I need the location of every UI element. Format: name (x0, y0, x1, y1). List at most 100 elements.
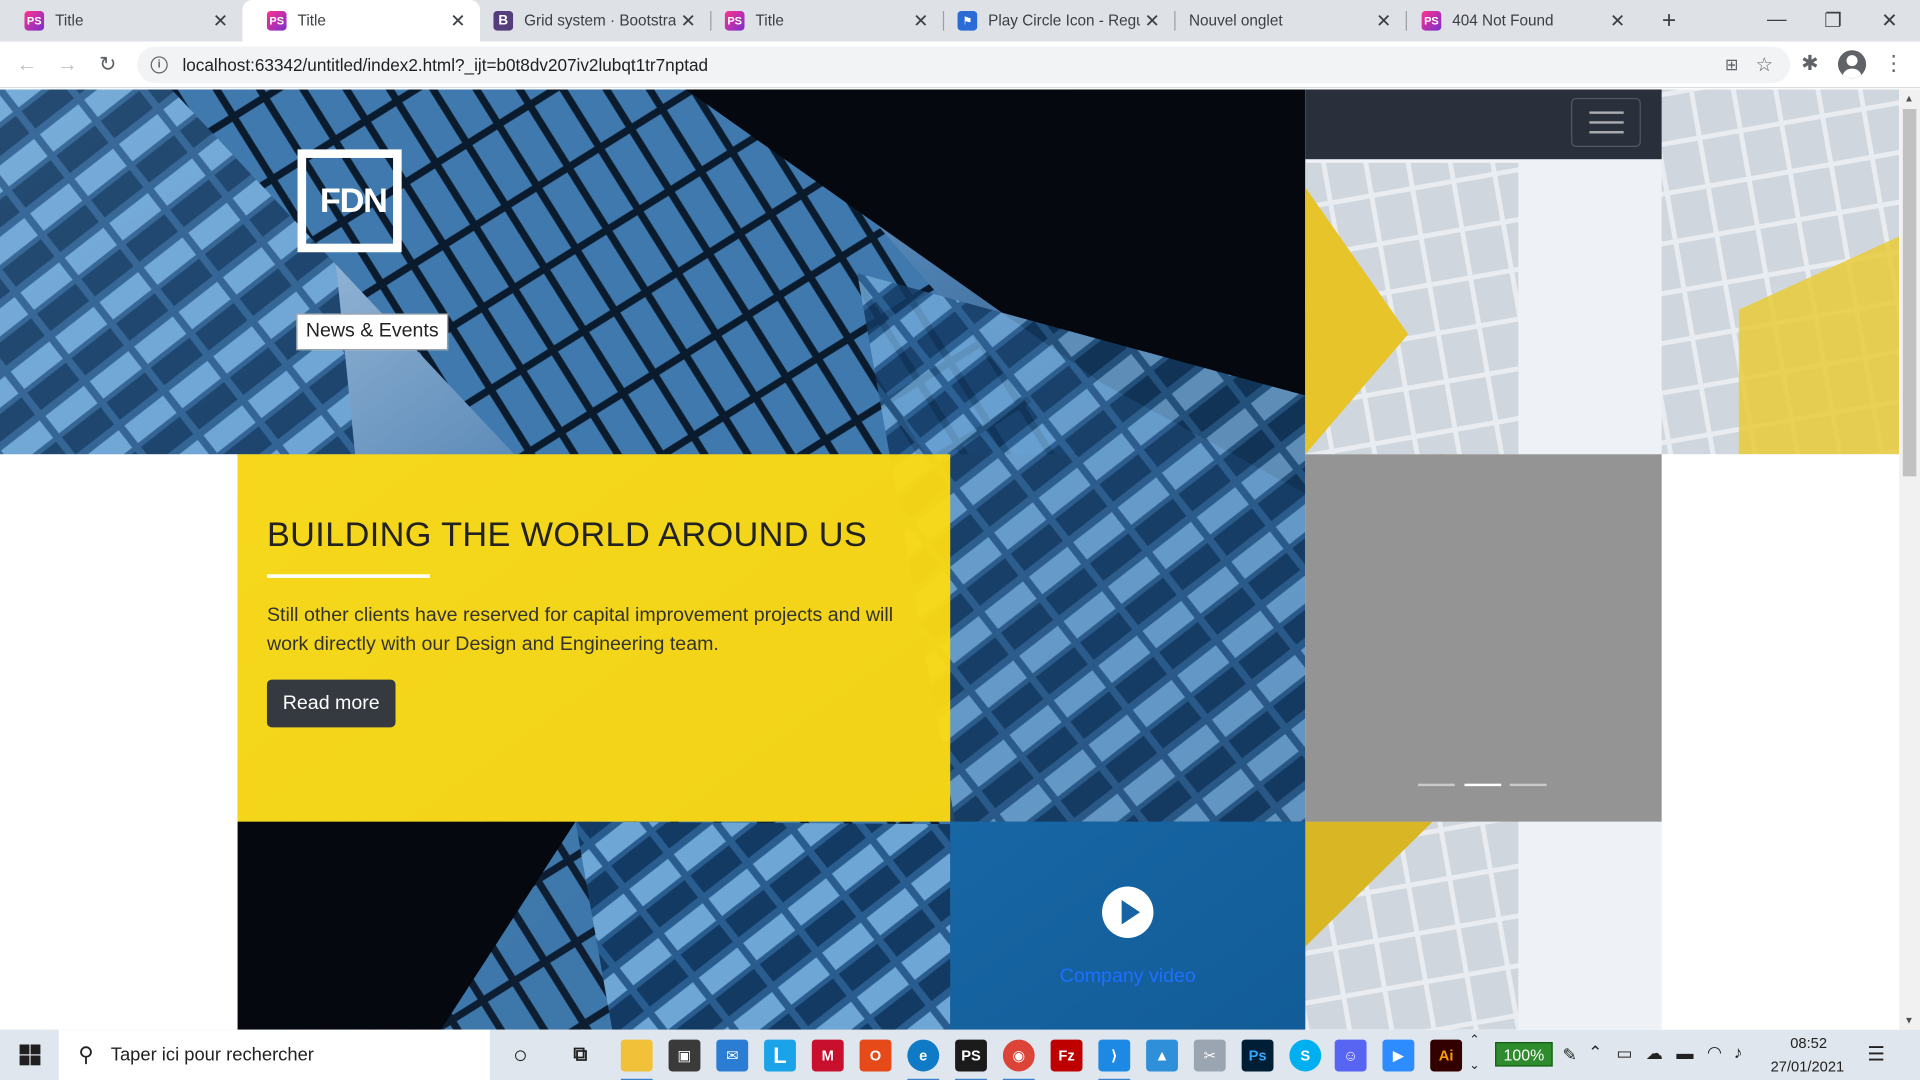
page-margin-left (0, 454, 238, 1030)
discord-icon[interactable]: ☺ (1334, 1039, 1367, 1072)
tab-title: Title (297, 12, 326, 30)
meet-now-icon[interactable]: ▭ (1616, 1043, 1632, 1064)
carousel-indicator[interactable] (1417, 783, 1455, 787)
hero-card: BUILDING THE WORLD AROUND US Still other… (237, 454, 951, 822)
close-tab-icon[interactable]: ✕ (909, 10, 933, 32)
carousel-indicator[interactable] (1509, 783, 1547, 787)
close-tab-icon[interactable]: ✕ (208, 10, 232, 32)
phpstorm-taskbar-icon[interactable]: PS (955, 1039, 987, 1080)
browser-tab[interactable]: PS 404 Not Found ✕ (1397, 0, 1639, 42)
carousel (1305, 454, 1662, 822)
read-more-button[interactable]: Read more (266, 679, 396, 728)
video-panel: Company video (950, 821, 1306, 1030)
tab-title: Play Circle Icon - Regul (988, 12, 1141, 30)
mail-icon[interactable]: ✉ (716, 1039, 749, 1072)
edge-icon[interactable]: e (907, 1039, 940, 1080)
show-hidden-icons[interactable]: ⌃ (1588, 1042, 1602, 1063)
browser-tab-active[interactable]: PS Title ✕ (242, 0, 481, 42)
restore-icon[interactable]: ❐ (1805, 0, 1861, 42)
browser-tab[interactable]: B Grid system · Bootstrap ✕ (469, 0, 710, 42)
new-tab-icon[interactable]: + (1656, 7, 1683, 34)
page-scrollbar[interactable]: ▲ ▼ (1899, 89, 1920, 1030)
chrome-icon[interactable]: ◉ (1002, 1039, 1035, 1080)
wifi-icon[interactable]: ◠ (1707, 1042, 1722, 1063)
tab-title: 404 Not Found (1452, 12, 1554, 30)
page-margin-right (1661, 454, 1900, 1030)
web-page: FDN News & Events BUILDING THE WORLD ARO… (0, 89, 1900, 1030)
tab-title: Grid system · Bootstrap (524, 12, 676, 30)
scroll-down-icon[interactable]: ▼ (1904, 1015, 1914, 1026)
office-icon[interactable]: O (859, 1039, 892, 1072)
file-explorer-icon[interactable] (620, 1039, 653, 1080)
hamburger-menu-icon[interactable] (1571, 97, 1641, 147)
hero-body: Still other clients have reserved for ca… (266, 604, 894, 656)
zoom-icon[interactable]: ▶ (1382, 1039, 1415, 1072)
vscode-icon[interactable]: ⟩ (1098, 1039, 1131, 1080)
close-tab-icon[interactable]: ✕ (1371, 10, 1395, 32)
clock-date[interactable]: 27/01/2021 (1771, 1058, 1845, 1075)
tray-expand-up-icon[interactable]: ⌃ (1469, 1033, 1479, 1046)
filezilla-icon[interactable]: Fz (1050, 1039, 1083, 1072)
tab-title: Title (755, 12, 784, 30)
phpstorm-icon: PS (24, 11, 45, 31)
close-tab-icon[interactable]: ✕ (1140, 10, 1164, 32)
url-text[interactable]: localhost:63342/untitled/index2.html?_ij… (182, 55, 708, 75)
close-window-icon[interactable]: ✕ (1861, 0, 1917, 42)
extensions-icon[interactable]: ✱ (1801, 51, 1818, 75)
search-placeholder: Taper ici pour rechercher (110, 1044, 314, 1066)
address-bar[interactable]: i localhost:63342/untitled/index2.html?_… (137, 46, 1791, 84)
illustrator-icon[interactable]: Ai (1430, 1039, 1463, 1072)
photoshop-icon[interactable]: Ps (1241, 1039, 1274, 1072)
mcafee-icon[interactable]: M (811, 1039, 844, 1072)
store-icon[interactable]: ▣ (668, 1039, 701, 1072)
forward-icon[interactable]: → (53, 50, 82, 79)
onedrive-icon[interactable]: ☁ (1646, 1043, 1663, 1064)
task-view-icon[interactable]: ⧉ (564, 1040, 596, 1072)
photos-icon[interactable]: ▲ (1146, 1039, 1178, 1072)
close-tab-icon[interactable]: ✕ (446, 10, 470, 32)
scrollbar-thumb[interactable] (1902, 108, 1917, 477)
snipping-icon[interactable]: ✂ (1193, 1039, 1226, 1072)
back-icon[interactable]: ← (12, 50, 41, 79)
windows-taskbar: ⚲ Taper ici pour rechercher ○ ⧉ ▣ ✉ L M … (0, 1029, 1920, 1080)
battery-icon[interactable]: ▬ (1676, 1043, 1693, 1063)
browser-toolbar: ← → ↻ i localhost:63342/untitled/index2.… (0, 41, 1920, 89)
skype-icon[interactable]: S (1289, 1039, 1322, 1072)
tab-title: Title (55, 12, 84, 30)
menu-kebab-icon[interactable]: ⋮ (1883, 51, 1904, 75)
lexique-icon[interactable]: L (764, 1039, 796, 1072)
browser-tab[interactable]: Nouvel onglet ✕ (1164, 0, 1405, 42)
scroll-up-icon[interactable]: ▲ (1904, 93, 1914, 104)
title-underline (266, 574, 430, 578)
top-navbar (1305, 89, 1662, 160)
tab-strip: PS Title ✕ PS Title ✕ B Grid system · Bo… (0, 0, 1920, 42)
reload-icon[interactable]: ↻ (93, 50, 122, 79)
close-tab-icon[interactable]: ✕ (676, 10, 700, 32)
news-events-button[interactable]: News & Events (296, 313, 449, 351)
pen-icon[interactable]: ✎ (1562, 1044, 1576, 1065)
minimize-icon[interactable]: — (1749, 0, 1805, 42)
close-tab-icon[interactable]: ✕ (1605, 10, 1629, 32)
windows-start-icon[interactable] (19, 1044, 41, 1066)
volume-icon[interactable]: ♪ (1734, 1042, 1743, 1062)
browser-tab[interactable]: ⚑ Play Circle Icon - Regul ✕ (933, 0, 1174, 42)
browser-tab[interactable]: PS Title ✕ (0, 0, 242, 42)
fdn-logo[interactable]: FDN (297, 149, 402, 253)
company-video-link[interactable]: Company video (950, 966, 1305, 988)
taskbar-search[interactable]: ⚲ Taper ici pour rechercher (58, 1029, 490, 1080)
zoom-level-badge[interactable]: 100% (1495, 1042, 1553, 1067)
phpstorm-icon: PS (724, 11, 745, 31)
action-center-icon[interactable]: ☰ (1867, 1042, 1885, 1066)
translate-icon[interactable]: ⊞ (1725, 55, 1738, 75)
logo-text: FDN (319, 181, 388, 220)
browser-tab[interactable]: PS Title ✕ (700, 0, 942, 42)
clock-time[interactable]: 08:52 (1790, 1035, 1827, 1052)
profile-avatar-icon[interactable] (1837, 50, 1867, 79)
site-info-icon[interactable]: i (150, 56, 168, 74)
phpstorm-icon: PS (266, 11, 287, 31)
cortana-icon[interactable]: ○ (504, 1040, 536, 1072)
tray-expand-down-icon[interactable]: ⌄ (1469, 1059, 1479, 1072)
play-circle-icon[interactable] (1102, 886, 1154, 938)
bookmark-star-icon[interactable]: ☆ (1756, 53, 1774, 77)
carousel-indicator-active[interactable] (1464, 783, 1502, 787)
